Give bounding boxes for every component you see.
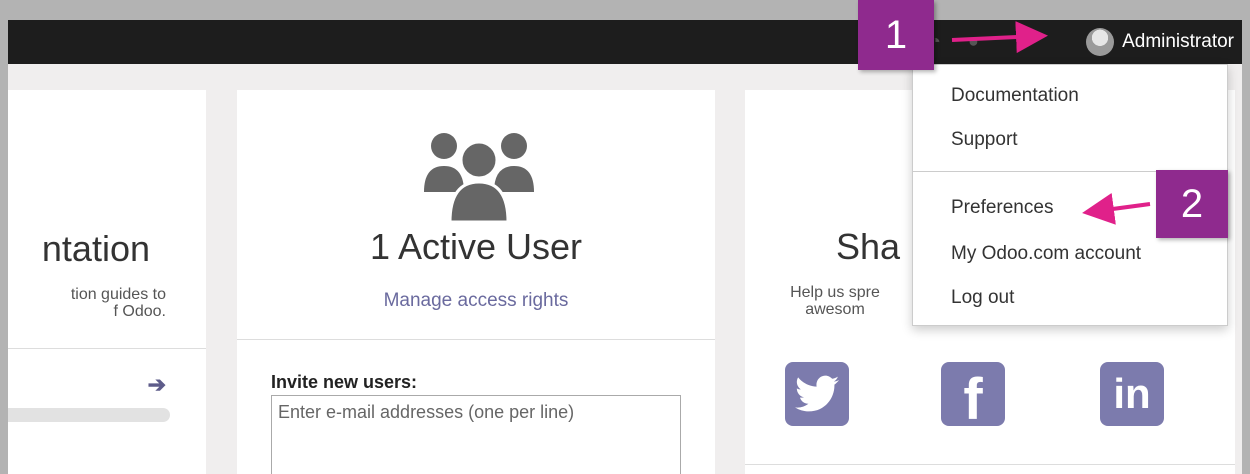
user-menu-toggle[interactable]: Administrator	[1086, 26, 1234, 58]
card-divider	[745, 464, 1235, 465]
top-navbar: ◔ ● Administrator	[8, 20, 1242, 64]
avatar	[1086, 28, 1115, 56]
users-group-icon	[424, 133, 534, 222]
documentation-description: tion guides to f Odoo.	[70, 286, 166, 320]
callout-badge-2: 2	[1156, 170, 1228, 238]
user-name: Administrator	[1122, 31, 1234, 52]
menu-item-documentation[interactable]: Documentation	[951, 85, 1079, 107]
card-divider	[237, 339, 715, 340]
twitter-bird-icon	[795, 375, 839, 412]
share-description: Help us spre awesom	[790, 284, 880, 318]
active-users-title: 1 Active User	[369, 226, 583, 267]
invite-users-label: Invite new users:	[271, 372, 418, 392]
manage-access-rights-link[interactable]: Manage access rights	[237, 290, 715, 312]
chat-icon[interactable]: ●	[968, 30, 979, 52]
menu-item-support[interactable]: Support	[951, 129, 1018, 151]
arrow-right-icon[interactable]: ➔	[148, 372, 166, 398]
progress-bar	[8, 408, 170, 422]
documentation-title: ntation	[41, 228, 150, 269]
linkedin-icon[interactable]: in	[1100, 362, 1164, 426]
invite-emails-input[interactable]	[271, 395, 681, 474]
menu-item-odoo-account[interactable]: My Odoo.com account	[951, 243, 1141, 265]
card-divider	[8, 348, 206, 349]
share-title: Sha	[836, 226, 901, 267]
callout-badge-1: 1	[858, 0, 934, 70]
menu-item-logout[interactable]: Log out	[951, 287, 1014, 309]
facebook-icon[interactable]: f	[941, 362, 1005, 432]
users-card: 1 Active User Manage access rights Invit…	[237, 90, 715, 474]
menu-item-preferences[interactable]: Preferences	[951, 197, 1053, 219]
twitter-icon[interactable]	[785, 362, 849, 426]
documentation-card: ntation tion guides to f Odoo. ➔	[8, 90, 206, 474]
